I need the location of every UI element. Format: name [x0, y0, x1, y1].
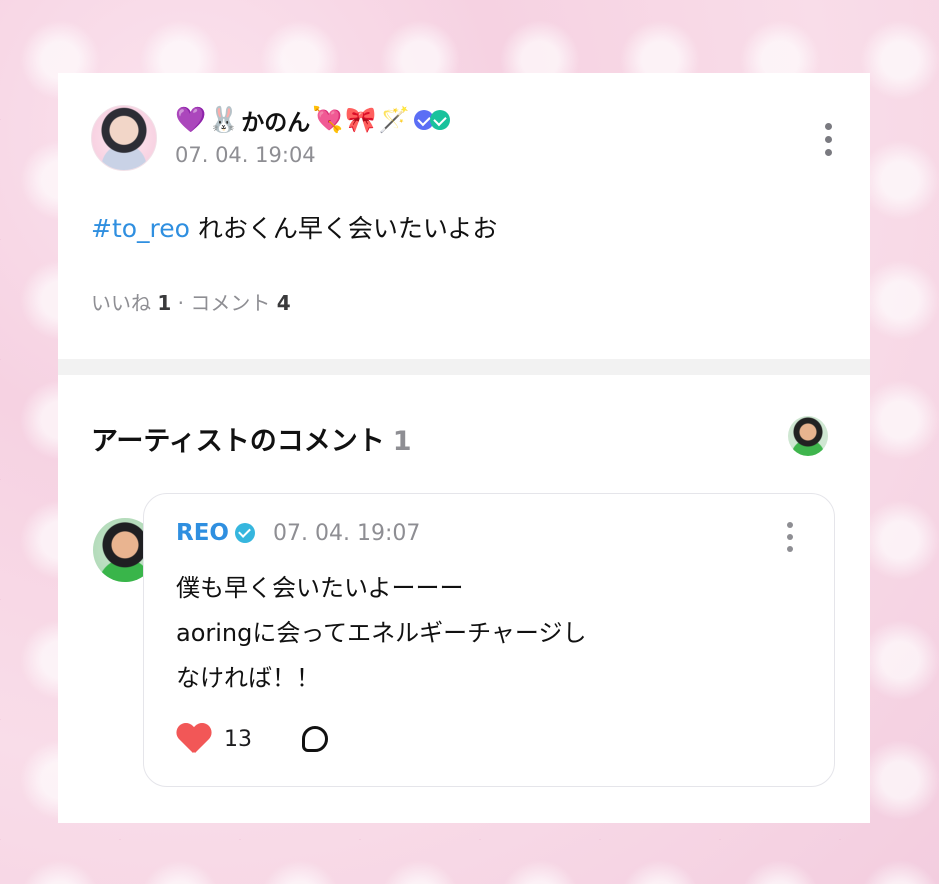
comment-actions: 13: [176, 724, 328, 754]
comment-header: REO 07. 04. 19:07: [176, 520, 420, 546]
post-text: #to_reo れおくん早く会いたいよお: [91, 209, 497, 245]
post-timestamp: 07. 04. 19:04: [175, 143, 316, 167]
artist-comments-count: 1: [392, 426, 412, 457]
artist-comments-card: アーティストのコメント 1 REO 07. 04. 19:07 僕も早く会いたいよ…: [58, 375, 870, 823]
rabbit-emoji: 🐰: [208, 105, 240, 134]
comment-text: 僕も早く会いたいよーーー aoringに会ってエネルギーチャージし なければ！！: [176, 566, 586, 701]
reply-bubble-icon[interactable]: [302, 726, 328, 752]
ribbon-emoji: 🎀: [345, 105, 377, 134]
artist-comments-heading: アーティストのコメント 1: [91, 419, 412, 458]
post-menu-kebab-icon[interactable]: [824, 123, 832, 156]
post-stats: いいね 1 · コメント 4: [91, 287, 291, 316]
artist-comments-title: アーティストのコメント: [91, 426, 385, 457]
likes-label[interactable]: いいね: [91, 291, 151, 315]
magic-wand-emoji: 🪄: [378, 105, 410, 134]
verified-badge-icon: [234, 523, 255, 543]
purple-heart-emoji: 💜: [175, 105, 207, 134]
comment-line: 僕も早く会いたいよーーー: [176, 574, 464, 602]
likes-count: 1: [157, 291, 172, 315]
post-card: 💜 🐰 かのん 💘 🎀 🪄 07. 04. 19:04 #to_reo れおくん…: [58, 73, 870, 359]
like-count: 13: [224, 726, 252, 752]
user-name: かのん: [241, 110, 311, 136]
comment-line: aoringに会ってエネルギーチャージし: [176, 619, 587, 647]
comment-line: なければ！！: [176, 664, 320, 692]
artist-name[interactable]: REO: [176, 520, 229, 546]
comment-menu-kebab-icon[interactable]: [786, 522, 794, 552]
user-name-row[interactable]: 💜 🐰 かのん 💘 🎀 🪄: [175, 103, 450, 137]
comments-count: 4: [276, 291, 291, 315]
comment-timestamp: 07. 04. 19:07: [272, 520, 421, 546]
comments-label[interactable]: コメント: [190, 291, 270, 315]
heart-icon[interactable]: [176, 724, 212, 754]
artist-avatar-small[interactable]: [788, 416, 828, 456]
verified-member-badge-icon: [429, 110, 450, 130]
hashtag-link[interactable]: #to_reo: [91, 214, 190, 243]
artist-comment: REO 07. 04. 19:07 僕も早く会いたいよーーー aoringに会っ…: [143, 493, 835, 787]
section-divider: [58, 359, 870, 375]
user-avatar[interactable]: [91, 105, 157, 171]
stats-separator: ·: [177, 291, 184, 315]
heart-arrow-emoji: 💘: [312, 105, 344, 134]
post-body: れおくん早く会いたいよお: [189, 214, 498, 243]
